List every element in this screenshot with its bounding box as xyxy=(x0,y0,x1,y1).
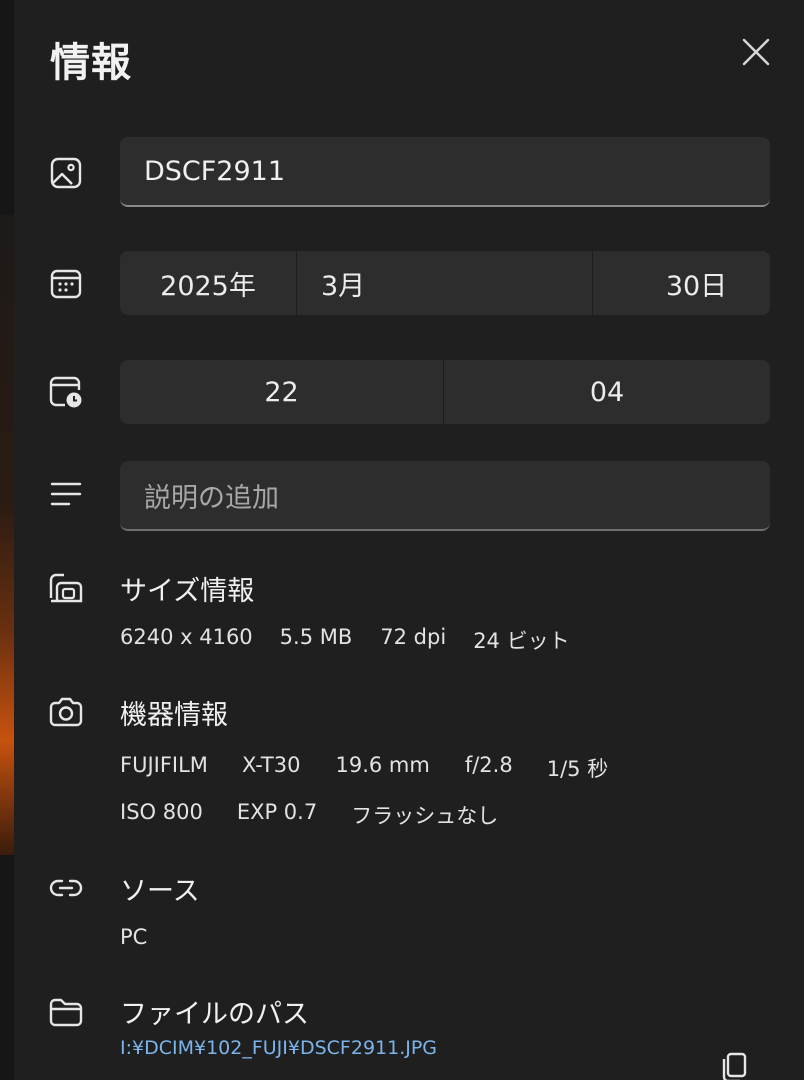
iso: ISO 800 xyxy=(120,800,203,824)
device-info-title: 機器情報 xyxy=(120,700,228,731)
size-info-title: サイズ情報 xyxy=(120,576,255,607)
shutter-speed: 1/5 秒 xyxy=(546,757,609,781)
flash: フラッシュなし xyxy=(351,804,499,828)
description-input[interactable]: 説明の追加 xyxy=(120,461,770,531)
device-info-line-2: ISO 800 EXP 0.7 フラッシュなし xyxy=(120,800,498,830)
aperture: f/2.8 xyxy=(464,753,513,777)
file-path-title: ファイルのパス xyxy=(120,999,309,1030)
date-year[interactable]: 2025年 xyxy=(120,251,296,315)
text-lines-icon xyxy=(48,476,84,512)
close-icon xyxy=(741,37,771,67)
file-name-input[interactable]: DSCF2911 xyxy=(120,137,770,207)
time-hour[interactable]: 22 xyxy=(120,360,443,424)
camera-model: X-T30 xyxy=(241,753,301,777)
close-button[interactable] xyxy=(736,32,776,72)
panel-title: 情報 xyxy=(50,40,132,86)
source-title: ソース xyxy=(120,876,200,907)
camera-maker: FUJIFILM xyxy=(120,753,208,777)
background-photo-edge xyxy=(0,0,14,1080)
info-panel: 情報 DSCF2911 2025年 3月 30日 22 04 説明の追加 サイズ… xyxy=(14,0,804,1080)
exposure: EXP 0.7 xyxy=(236,800,318,824)
folder-icon xyxy=(48,994,84,1030)
bit-depth: 24 ビット xyxy=(473,629,570,653)
date-picker[interactable]: 2025年 3月 30日 xyxy=(120,251,770,315)
photo-preview-edge xyxy=(0,215,14,855)
calendar-clock-icon xyxy=(48,374,84,410)
size-icon xyxy=(48,570,84,606)
resolution: 72 dpi xyxy=(380,625,447,649)
image-dimensions: 6240 x 4160 xyxy=(120,625,253,649)
time-minute[interactable]: 04 xyxy=(443,360,770,424)
focal-length: 19.6 mm xyxy=(335,753,430,777)
date-month[interactable]: 3月 xyxy=(296,251,592,315)
file-size: 5.5 MB xyxy=(279,625,353,649)
date-day[interactable]: 30日 xyxy=(592,251,770,315)
file-path-link[interactable]: I:¥DCIM¥102_FUJI¥DSCF2911.JPG xyxy=(120,1037,437,1059)
calendar-icon xyxy=(48,266,84,302)
source-value: PC xyxy=(120,925,148,949)
copy-icon xyxy=(719,1048,749,1080)
size-info-details: 6240 x 4160 5.5 MB 72 dpi 24 ビット xyxy=(120,625,570,655)
link-icon xyxy=(48,870,84,906)
copy-path-button[interactable] xyxy=(714,1048,754,1080)
camera-icon xyxy=(48,694,84,730)
time-picker[interactable]: 22 04 xyxy=(120,360,770,424)
device-info-line-1: FUJIFILM X-T30 19.6 mm f/2.8 1/5 秒 xyxy=(120,753,608,783)
image-icon xyxy=(48,155,84,191)
